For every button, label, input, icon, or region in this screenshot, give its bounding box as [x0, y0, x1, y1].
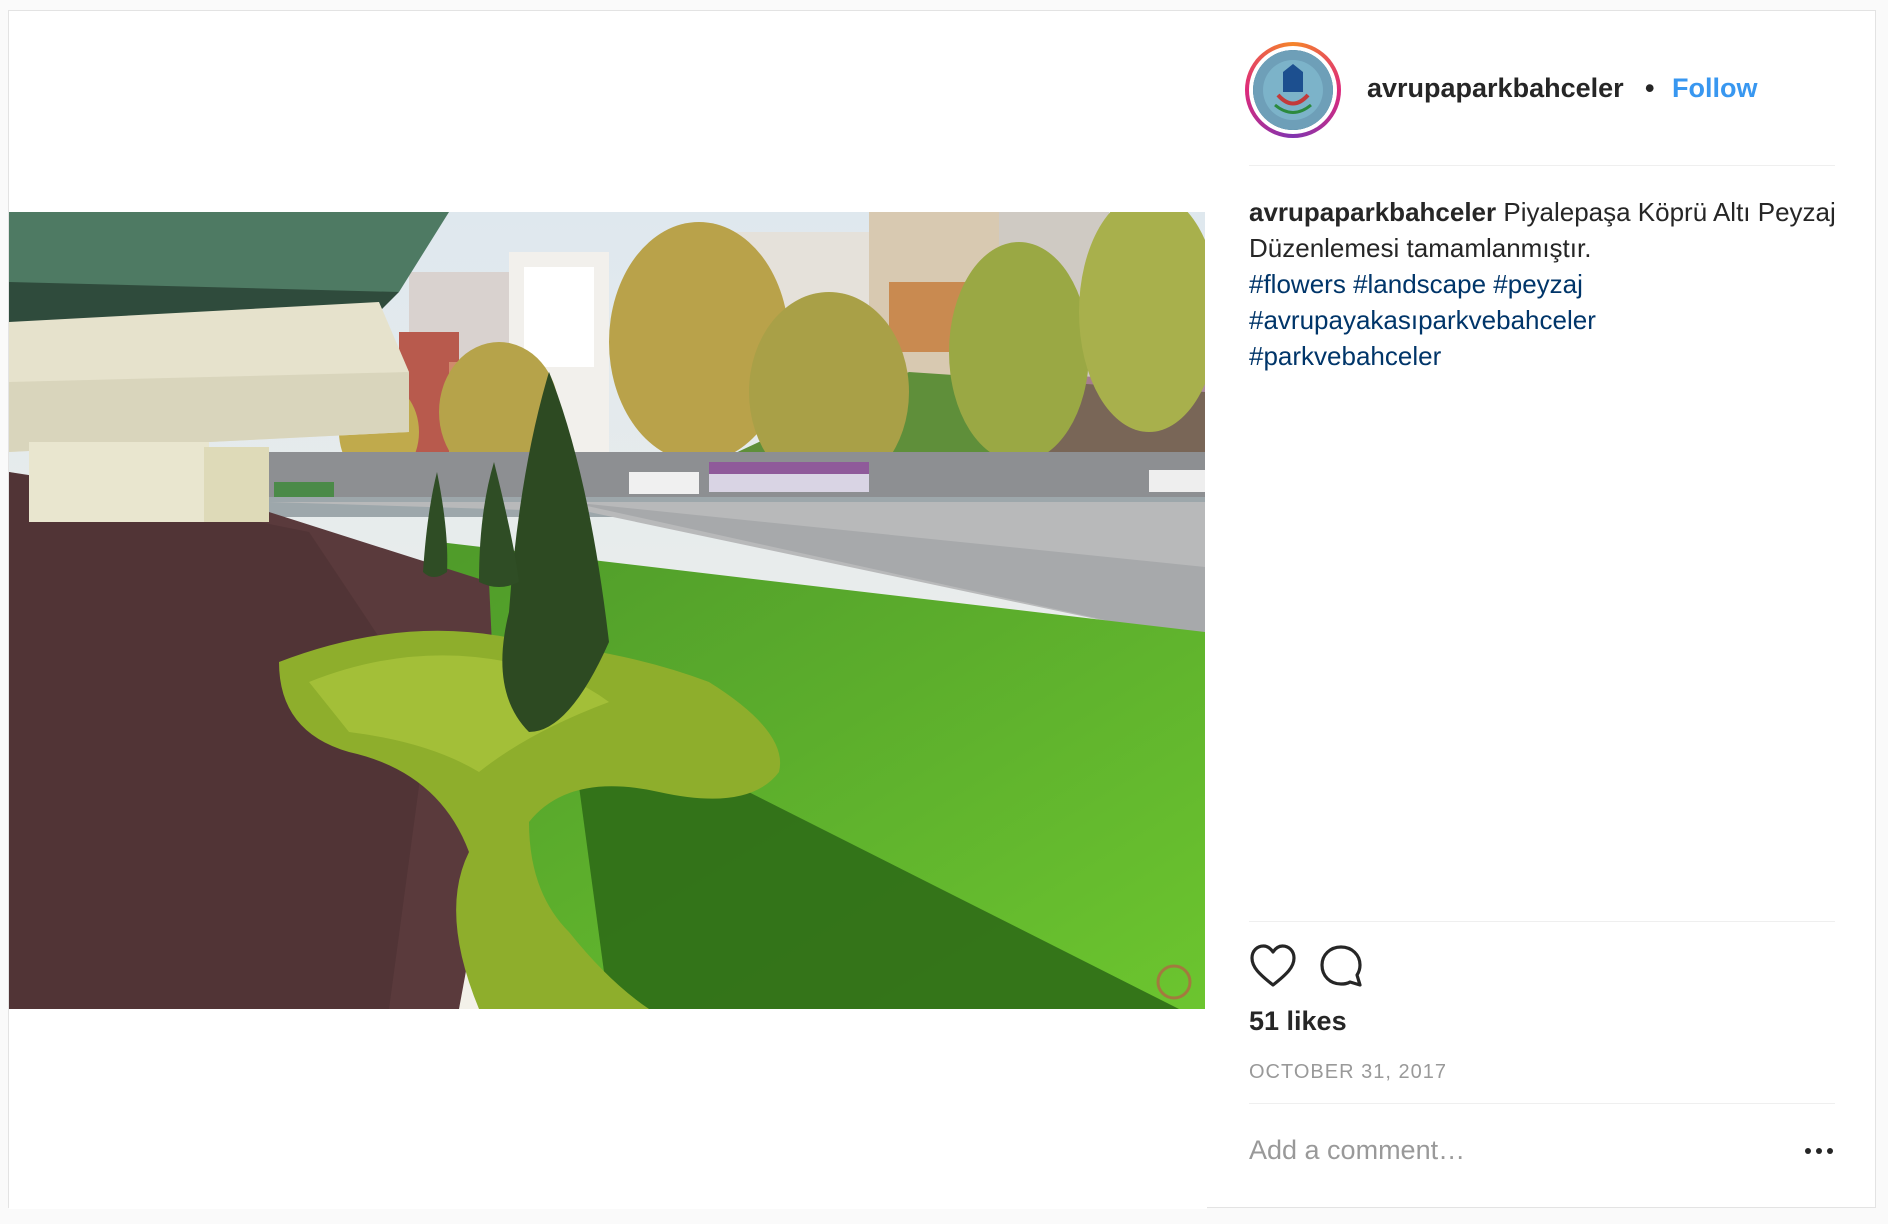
post-header: avrupaparkbahceler • Follow: [1207, 11, 1877, 165]
likes-count[interactable]: 51 likes: [1249, 1006, 1347, 1037]
follow-button[interactable]: Follow: [1672, 73, 1757, 104]
hashtag-link[interactable]: #landscape: [1353, 269, 1486, 299]
hashtag-link[interactable]: #peyzaj: [1493, 269, 1583, 299]
post-card: avrupaparkbahceler • Follow avrupaparkba…: [8, 10, 1877, 1209]
separator-dot: •: [1645, 73, 1655, 103]
post-sidebar: avrupaparkbahceler • Follow avrupaparkba…: [1207, 11, 1877, 1209]
more-options-icon[interactable]: [1805, 1141, 1835, 1161]
hashtag-link[interactable]: #parkvebahceler: [1249, 341, 1441, 371]
comment-bubble-icon[interactable]: [1317, 943, 1365, 994]
actions-divider: [1249, 921, 1835, 922]
avatar-frame: [1249, 46, 1337, 134]
profile-logo-icon: [1253, 50, 1333, 130]
comment-input[interactable]: Add a comment…: [1249, 1135, 1769, 1166]
header-divider: [1249, 165, 1835, 166]
hashtag-link[interactable]: #flowers: [1249, 269, 1346, 299]
hashtag-link[interactable]: #avrupayakasıparkvebahceler: [1249, 305, 1596, 335]
avatar[interactable]: [1245, 42, 1341, 138]
caption-username[interactable]: avrupaparkbahceler: [1249, 197, 1496, 227]
comment-divider: [1249, 1103, 1835, 1104]
post-photo[interactable]: [9, 212, 1205, 1009]
post-username[interactable]: avrupaparkbahceler: [1367, 73, 1624, 104]
post-date: OCTOBER 31, 2017: [1249, 1061, 1447, 1083]
post-media: [9, 11, 1207, 1209]
post-caption: avrupaparkbahceler Piyalepaşa Köprü Altı…: [1249, 194, 1849, 374]
heart-icon[interactable]: [1249, 943, 1297, 994]
